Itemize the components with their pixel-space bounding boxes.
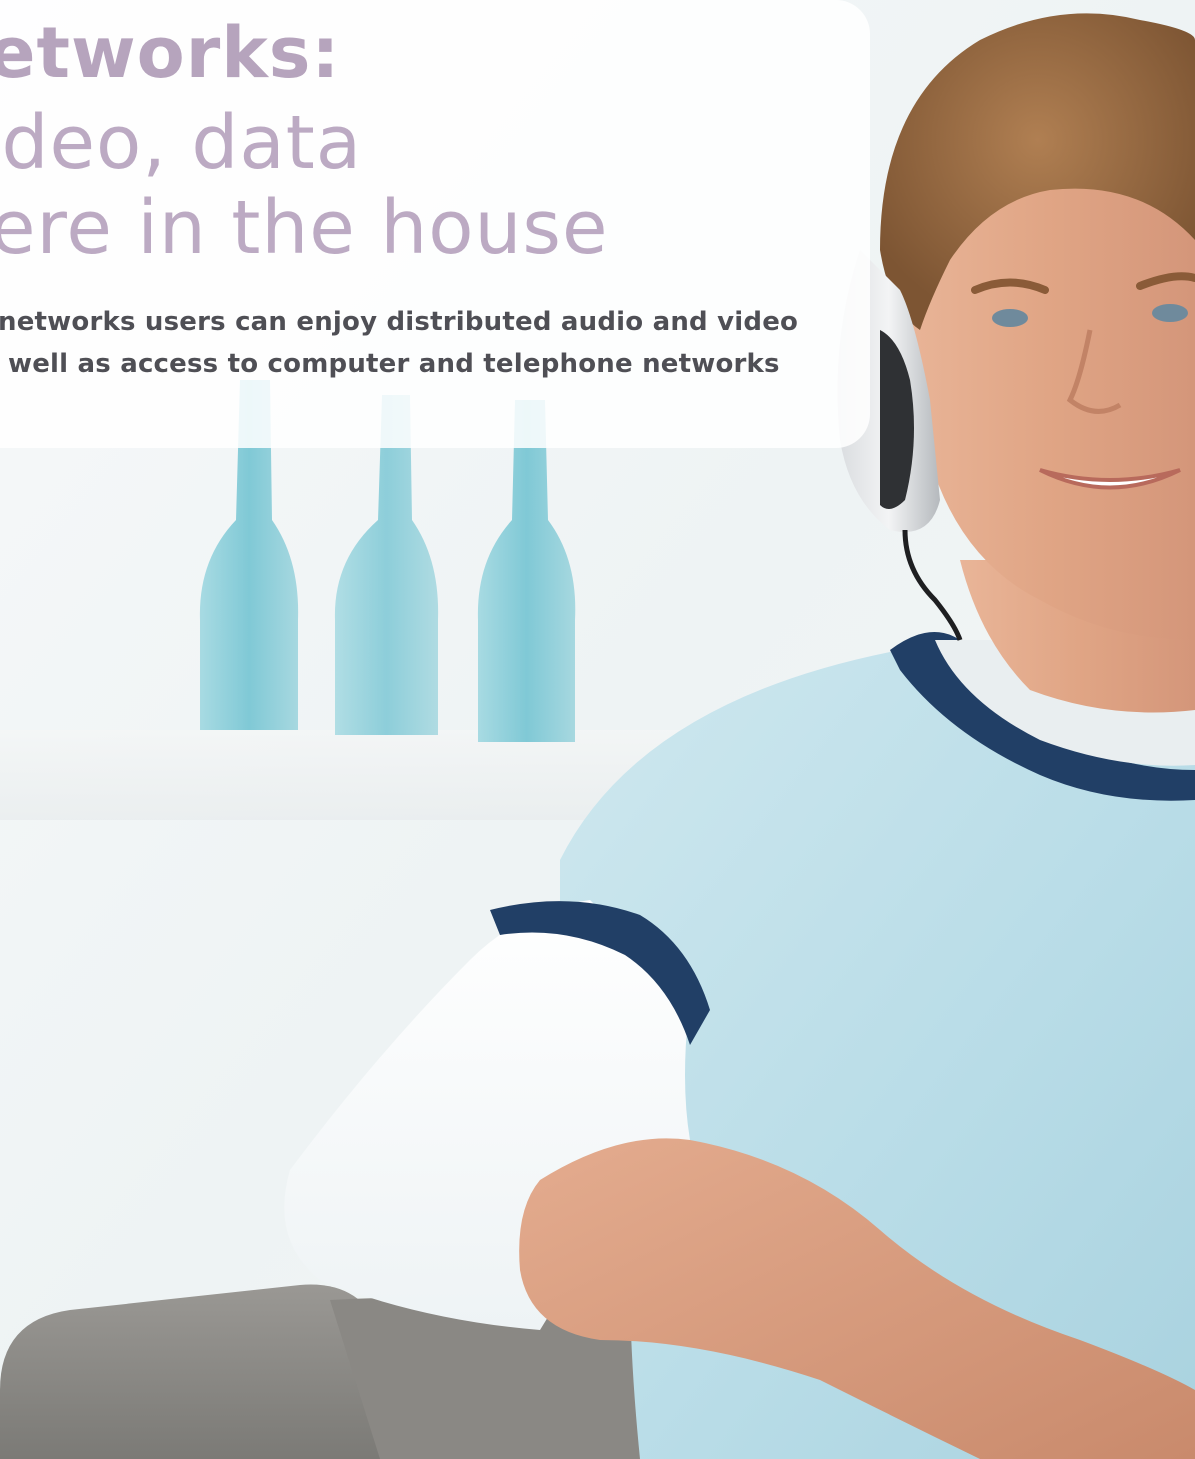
headline-line-1: etworks: [0,12,341,94]
headline-line-3: ere in the house [0,185,609,271]
headline-line-2: ideo, data [0,100,363,186]
headline-panel: etworks: ideo, data ere in the house net… [0,0,870,448]
body-line-1: networks users can enjoy distributed aud… [0,307,799,337]
body-line-2: well as access to computer and telephone… [8,349,780,379]
